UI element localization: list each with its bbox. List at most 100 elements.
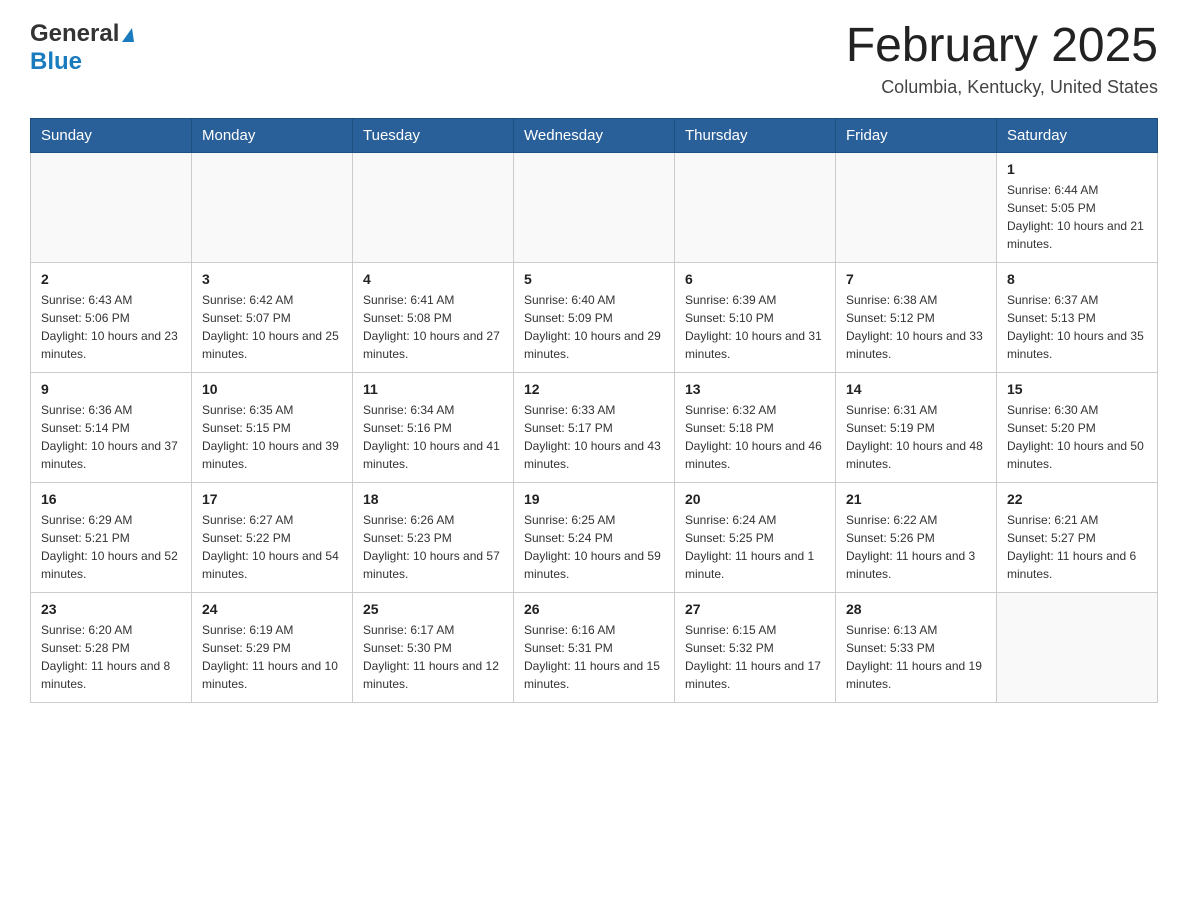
table-row: 1 Sunrise: 6:44 AMSunset: 5:05 PMDaylight… (997, 152, 1158, 262)
table-row: 20 Sunrise: 6:24 AMSunset: 5:25 PMDayligh… (675, 482, 836, 592)
day-number: 7 (846, 271, 986, 287)
table-row: 27 Sunrise: 6:15 AMSunset: 5:32 PMDayligh… (675, 592, 836, 702)
day-info: Sunrise: 6:37 AMSunset: 5:13 PMDaylight:… (1007, 291, 1147, 363)
day-number: 25 (363, 601, 503, 617)
day-info: Sunrise: 6:32 AMSunset: 5:18 PMDaylight:… (685, 401, 825, 473)
day-number: 20 (685, 491, 825, 507)
day-info: Sunrise: 6:20 AMSunset: 5:28 PMDaylight:… (41, 621, 181, 693)
day-number: 6 (685, 271, 825, 287)
logo-blue-text: Blue (30, 48, 82, 75)
table-row: 10 Sunrise: 6:35 AMSunset: 5:15 PMDayligh… (192, 372, 353, 482)
day-number: 16 (41, 491, 181, 507)
calendar-week-row: 9Sunrise: 6:36 AMSunset: 5:14 PMDaylight… (31, 372, 1158, 482)
day-info: Sunrise: 6:21 AMSunset: 5:27 PMDaylight:… (1007, 511, 1147, 583)
day-number: 10 (202, 381, 342, 397)
table-row: 15Sunrise: 6:30 AMSunset: 5:20 PMDayligh… (997, 372, 1158, 482)
calendar-subtitle: Columbia, Kentucky, United States (846, 77, 1158, 98)
day-number: 22 (1007, 491, 1147, 507)
table-row: 28 Sunrise: 6:13 AMSunset: 5:33 PMDayligh… (836, 592, 997, 702)
day-number: 23 (41, 601, 181, 617)
table-row: 23 Sunrise: 6:20 AMSunset: 5:28 PMDayligh… (31, 592, 192, 702)
day-number: 2 (41, 271, 181, 287)
table-row: 16 Sunrise: 6:29 AMSunset: 5:21 PMDayligh… (31, 482, 192, 592)
table-row: 9Sunrise: 6:36 AMSunset: 5:14 PMDaylight… (31, 372, 192, 482)
day-info: Sunrise: 6:16 AMSunset: 5:31 PMDaylight:… (524, 621, 664, 693)
day-number: 18 (363, 491, 503, 507)
table-row: 21 Sunrise: 6:22 AMSunset: 5:26 PMDayligh… (836, 482, 997, 592)
page-header: General Blue February 2025 Columbia, Ken… (30, 20, 1158, 98)
day-number: 26 (524, 601, 664, 617)
table-row: 7Sunrise: 6:38 AMSunset: 5:12 PMDaylight… (836, 262, 997, 372)
logo: General Blue (30, 20, 134, 76)
table-row: 26 Sunrise: 6:16 AMSunset: 5:31 PMDayligh… (514, 592, 675, 702)
day-info: Sunrise: 6:41 AMSunset: 5:08 PMDaylight:… (363, 291, 503, 363)
header-monday: Monday (192, 118, 353, 152)
day-info: Sunrise: 6:22 AMSunset: 5:26 PMDaylight:… (846, 511, 986, 583)
day-number: 4 (363, 271, 503, 287)
table-row: 2 Sunrise: 6:43 AMSunset: 5:06 PMDaylight… (31, 262, 192, 372)
calendar-title: February 2025 (846, 20, 1158, 73)
day-info: Sunrise: 6:31 AMSunset: 5:19 PMDaylight:… (846, 401, 986, 473)
day-info: Sunrise: 6:19 AMSunset: 5:29 PMDaylight:… (202, 621, 342, 693)
day-number: 14 (846, 381, 986, 397)
table-row (514, 152, 675, 262)
header-friday: Friday (836, 118, 997, 152)
title-section: February 2025 Columbia, Kentucky, United… (846, 20, 1158, 98)
table-row: 5Sunrise: 6:40 AMSunset: 5:09 PMDaylight… (514, 262, 675, 372)
table-row: 6 Sunrise: 6:39 AMSunset: 5:10 PMDaylight… (675, 262, 836, 372)
table-row (675, 152, 836, 262)
table-row: 24 Sunrise: 6:19 AMSunset: 5:29 PMDayligh… (192, 592, 353, 702)
day-number: 13 (685, 381, 825, 397)
table-row: 25 Sunrise: 6:17 AMSunset: 5:30 PMDayligh… (353, 592, 514, 702)
header-tuesday: Tuesday (353, 118, 514, 152)
calendar-header-row: Sunday Monday Tuesday Wednesday Thursday… (31, 118, 1158, 152)
table-row: 4 Sunrise: 6:41 AMSunset: 5:08 PMDaylight… (353, 262, 514, 372)
day-number: 28 (846, 601, 986, 617)
day-number: 11 (363, 381, 503, 397)
header-thursday: Thursday (675, 118, 836, 152)
header-sunday: Sunday (31, 118, 192, 152)
day-info: Sunrise: 6:13 AMSunset: 5:33 PMDaylight:… (846, 621, 986, 693)
day-info: Sunrise: 6:15 AMSunset: 5:32 PMDaylight:… (685, 621, 825, 693)
calendar-week-row: 2 Sunrise: 6:43 AMSunset: 5:06 PMDaylight… (31, 262, 1158, 372)
day-info: Sunrise: 6:27 AMSunset: 5:22 PMDaylight:… (202, 511, 342, 583)
table-row: 22 Sunrise: 6:21 AMSunset: 5:27 PMDayligh… (997, 482, 1158, 592)
day-number: 27 (685, 601, 825, 617)
day-info: Sunrise: 6:33 AMSunset: 5:17 PMDaylight:… (524, 401, 664, 473)
day-info: Sunrise: 6:25 AMSunset: 5:24 PMDaylight:… (524, 511, 664, 583)
day-info: Sunrise: 6:39 AMSunset: 5:10 PMDaylight:… (685, 291, 825, 363)
day-info: Sunrise: 6:26 AMSunset: 5:23 PMDaylight:… (363, 511, 503, 583)
table-row: 17 Sunrise: 6:27 AMSunset: 5:22 PMDayligh… (192, 482, 353, 592)
header-saturday: Saturday (997, 118, 1158, 152)
calendar-table: Sunday Monday Tuesday Wednesday Thursday… (30, 118, 1158, 703)
day-number: 21 (846, 491, 986, 507)
day-number: 9 (41, 381, 181, 397)
header-wednesday: Wednesday (514, 118, 675, 152)
day-number: 3 (202, 271, 342, 287)
table-row (192, 152, 353, 262)
day-info: Sunrise: 6:29 AMSunset: 5:21 PMDaylight:… (41, 511, 181, 583)
table-row (353, 152, 514, 262)
table-row (31, 152, 192, 262)
table-row (836, 152, 997, 262)
calendar-week-row: 16 Sunrise: 6:29 AMSunset: 5:21 PMDayligh… (31, 482, 1158, 592)
day-number: 24 (202, 601, 342, 617)
day-info: Sunrise: 6:30 AMSunset: 5:20 PMDaylight:… (1007, 401, 1147, 473)
day-number: 1 (1007, 161, 1147, 177)
day-number: 5 (524, 271, 664, 287)
logo-general-text: General (30, 20, 119, 47)
table-row: 8Sunrise: 6:37 AMSunset: 5:13 PMDaylight… (997, 262, 1158, 372)
day-number: 12 (524, 381, 664, 397)
day-info: Sunrise: 6:44 AMSunset: 5:05 PMDaylight:… (1007, 181, 1147, 253)
day-info: Sunrise: 6:24 AMSunset: 5:25 PMDaylight:… (685, 511, 825, 583)
table-row: 19 Sunrise: 6:25 AMSunset: 5:24 PMDayligh… (514, 482, 675, 592)
logo-triangle-icon (122, 28, 134, 42)
day-info: Sunrise: 6:43 AMSunset: 5:06 PMDaylight:… (41, 291, 181, 363)
table-row: 3 Sunrise: 6:42 AMSunset: 5:07 PMDaylight… (192, 262, 353, 372)
day-info: Sunrise: 6:35 AMSunset: 5:15 PMDaylight:… (202, 401, 342, 473)
table-row (997, 592, 1158, 702)
day-number: 19 (524, 491, 664, 507)
day-info: Sunrise: 6:42 AMSunset: 5:07 PMDaylight:… (202, 291, 342, 363)
day-number: 17 (202, 491, 342, 507)
day-info: Sunrise: 6:17 AMSunset: 5:30 PMDaylight:… (363, 621, 503, 693)
